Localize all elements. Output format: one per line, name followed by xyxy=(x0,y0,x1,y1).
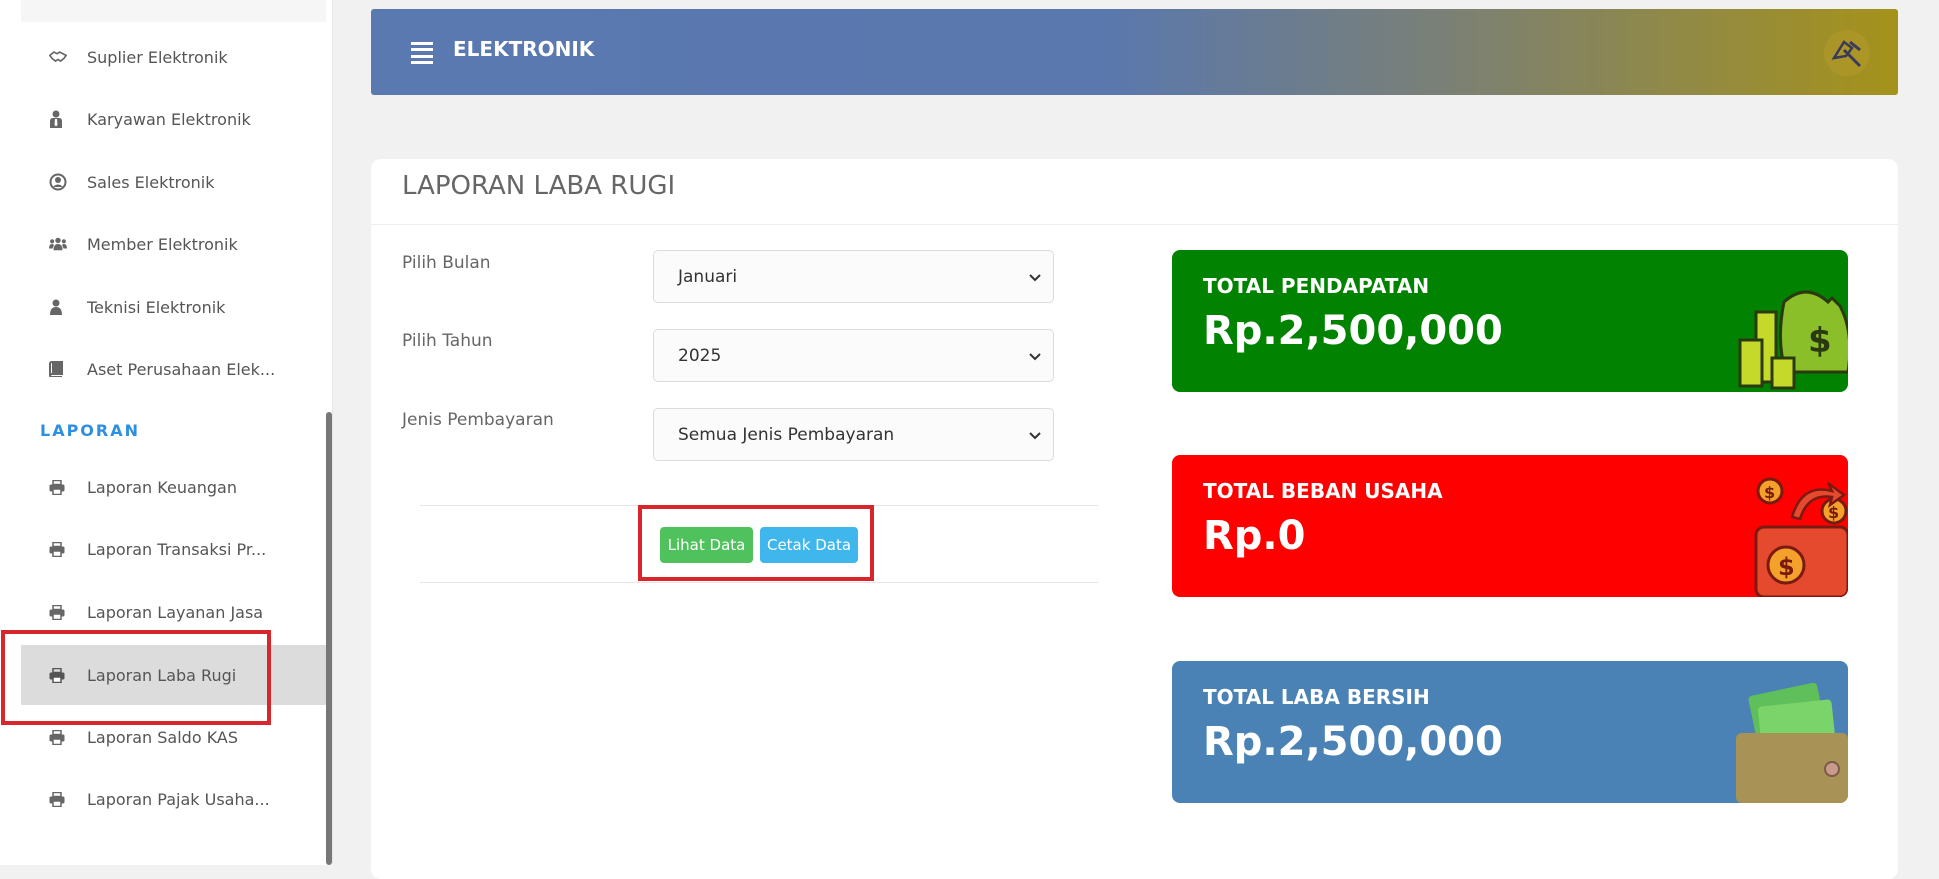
report-card: LAPORAN LABA RUGI Pilih Bulan Januari Pi… xyxy=(371,159,1898,879)
wallet-coins-icon: $ $ $ xyxy=(1736,477,1848,597)
sidebar-item-aset[interactable]: Aset Perusahaan Elek... xyxy=(21,340,326,398)
sidebar-item-karyawan[interactable]: Karyawan Elektronik xyxy=(21,90,326,148)
sidebar: Suplier Elektronik Karyawan Elektronik S… xyxy=(0,0,333,865)
hamburger-menu-icon[interactable] xyxy=(411,42,433,64)
stat-label: TOTAL BEBAN USAHA xyxy=(1203,479,1443,503)
divider xyxy=(420,505,1098,506)
logo-icon xyxy=(1822,28,1872,78)
print-data-button[interactable]: Cetak Data xyxy=(760,527,858,563)
divider xyxy=(371,224,1898,225)
stat-value: Rp.0 xyxy=(1203,513,1306,559)
sidebar-item-laporan-laba-rugi[interactable]: Laporan Laba Rugi xyxy=(21,645,326,705)
divider xyxy=(420,582,1098,583)
stat-value: Rp.2,500,000 xyxy=(1203,719,1503,765)
sidebar-item-label: Laporan Keuangan xyxy=(87,477,237,497)
user-tie-icon xyxy=(21,110,67,128)
handshake-icon xyxy=(21,49,67,65)
chevron-down-icon xyxy=(1029,267,1041,287)
stat-card-profit: TOTAL LABA BERSIH Rp.2,500,000 xyxy=(1172,661,1848,803)
chevron-down-icon xyxy=(1029,346,1041,366)
month-label: Pilih Bulan xyxy=(402,253,491,273)
month-select[interactable]: Januari xyxy=(653,250,1054,303)
page-title: LAPORAN LABA RUGI xyxy=(402,171,676,201)
sidebar-item-label: Suplier Elektronik xyxy=(87,47,228,67)
sidebar-item-member[interactable]: Member Elektronik xyxy=(21,215,326,273)
sidebar-item-label: Aset Perusahaan Elek... xyxy=(87,359,276,379)
stat-card-expense: TOTAL BEBAN USAHA Rp.0 $ $ $ xyxy=(1172,455,1848,597)
year-label: Pilih Tahun xyxy=(402,331,493,351)
printer-icon xyxy=(21,604,67,620)
sidebar-item-teknisi[interactable]: Teknisi Elektronik xyxy=(21,278,326,336)
month-select-value: Januari xyxy=(678,266,738,287)
sidebar-item-label: Laporan Transaksi Pr... xyxy=(87,539,267,559)
users-icon xyxy=(21,236,67,252)
year-select-value: 2025 xyxy=(678,345,722,366)
sidebar-item-label: Laporan Layanan Jasa xyxy=(87,602,264,622)
sidebar-scrollbar[interactable] xyxy=(326,412,332,865)
svg-text:$: $ xyxy=(1764,483,1775,502)
printer-icon xyxy=(21,479,67,495)
user-icon xyxy=(21,299,67,315)
sidebar-item-label: Laporan Laba Rugi xyxy=(87,665,237,685)
year-select[interactable]: 2025 xyxy=(653,329,1054,382)
wallet-cash-icon xyxy=(1736,682,1848,803)
sidebar-item-laporan-transaksi[interactable]: Laporan Transaksi Pr... xyxy=(21,520,326,578)
book-icon xyxy=(21,361,67,377)
top-header: ELEKTRONIK xyxy=(371,9,1898,95)
payment-type-select[interactable]: Semua Jenis Pembayaran xyxy=(653,408,1054,461)
sidebar-item-label: Karyawan Elektronik xyxy=(87,109,251,129)
stat-label: TOTAL LABA BERSIH xyxy=(1203,685,1430,709)
printer-icon xyxy=(21,541,67,557)
sidebar-item-label: Sales Elektronik xyxy=(87,172,215,192)
sidebar-item-partial[interactable] xyxy=(21,0,326,22)
sidebar-item-label: Laporan Saldo KAS xyxy=(87,727,239,747)
sidebar-item-laporan-pajak[interactable]: Laporan Pajak Usaha... xyxy=(21,770,326,828)
payment-type-select-value: Semua Jenis Pembayaran xyxy=(678,424,895,445)
sidebar-item-sales[interactable]: Sales Elektronik xyxy=(21,153,326,211)
sidebar-item-laporan-layanan[interactable]: Laporan Layanan Jasa xyxy=(21,583,326,641)
app-title: ELEKTRONIK xyxy=(453,37,595,61)
view-data-button[interactable]: Lihat Data xyxy=(660,527,753,563)
sidebar-item-label: Teknisi Elektronik xyxy=(87,297,226,317)
sidebar-item-laporan-keuangan[interactable]: Laporan Keuangan xyxy=(21,458,326,516)
sidebar-section-laporan: LAPORAN xyxy=(40,421,140,440)
sidebar-item-label: Laporan Pajak Usaha... xyxy=(87,789,270,809)
money-bag-icon: $ xyxy=(1736,272,1848,392)
sidebar-item-suplier[interactable]: Suplier Elektronik xyxy=(21,28,326,86)
sidebar-item-laporan-saldo-kas[interactable]: Laporan Saldo KAS xyxy=(21,708,326,766)
svg-text:$: $ xyxy=(1778,553,1795,581)
user-circle-icon xyxy=(21,173,67,191)
printer-icon xyxy=(21,667,67,683)
printer-icon xyxy=(21,729,67,745)
stat-value: Rp.2,500,000 xyxy=(1203,308,1503,354)
payment-type-label: Jenis Pembayaran xyxy=(402,410,554,430)
chevron-down-icon xyxy=(1029,425,1041,445)
stat-card-revenue: TOTAL PENDAPATAN Rp.2,500,000 $ xyxy=(1172,250,1848,392)
stat-label: TOTAL PENDAPATAN xyxy=(1203,274,1430,298)
svg-text:$: $ xyxy=(1808,321,1832,361)
sidebar-item-label: Member Elektronik xyxy=(87,234,238,254)
printer-icon xyxy=(21,791,67,807)
